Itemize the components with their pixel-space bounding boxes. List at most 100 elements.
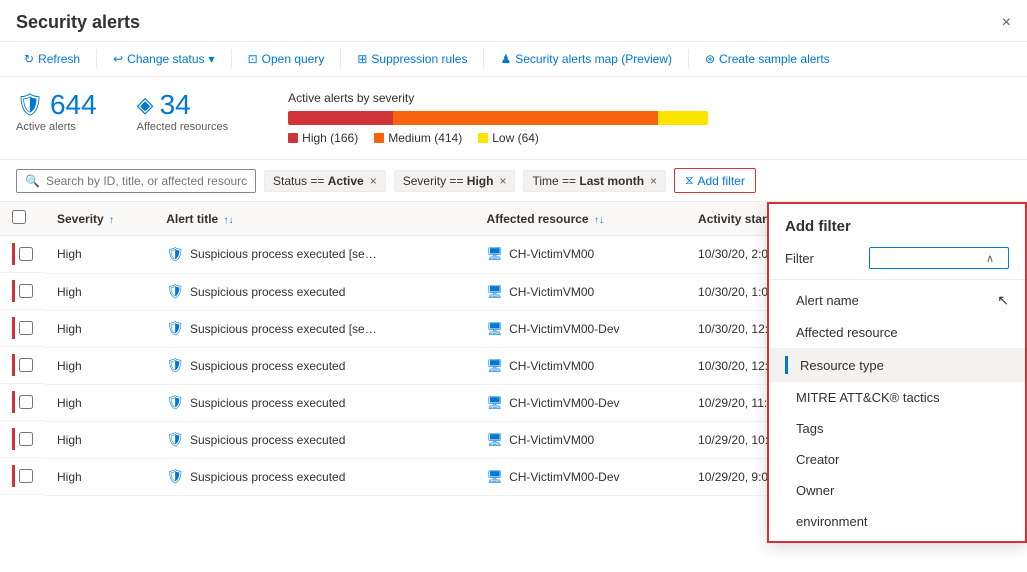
affected-resource-header[interactable]: Affected resource ↑↓	[475, 202, 687, 236]
low-legend-label: Low (64)	[492, 131, 539, 145]
filter-input-box[interactable]: ∧	[869, 247, 1009, 269]
active-alerts-count: 644	[50, 91, 97, 119]
time-filter-tag: Time == Last month ×	[523, 170, 666, 192]
refresh-icon: ↻	[24, 52, 34, 66]
dropdown-item-label: Resource type	[800, 358, 884, 373]
add-filter-button[interactable]: ⧖ Add filter	[674, 168, 756, 193]
stats-bar: 🛡 644 Active alerts ◈ 34 Affected resour…	[0, 77, 1027, 160]
alert-text: Suspicious process executed	[190, 470, 345, 484]
change-status-button[interactable]: ↩ Change status ▾	[105, 48, 222, 70]
resource-name: CH-VictimVM00-Dev	[509, 396, 619, 410]
alert-text: Suspicious process executed	[190, 433, 345, 447]
row-checkbox[interactable]	[19, 395, 33, 409]
query-icon: ⊡	[248, 52, 258, 66]
resource-cell: 🖥 CH-VictimVM00-Dev	[475, 384, 687, 421]
resource-icon: 🖥	[487, 321, 504, 337]
severity-cell: High	[45, 236, 154, 274]
severity-cell: High	[45, 273, 154, 310]
suppression-icon: ⊞	[357, 52, 367, 66]
alert-title-header[interactable]: Alert title ↑↓	[154, 202, 474, 236]
alert-icon: 🛡	[166, 431, 184, 448]
active-alerts-stat: 🛡 644 Active alerts	[16, 91, 97, 133]
change-status-icon: ↩	[113, 52, 123, 66]
alert-text: Suspicious process executed	[190, 396, 345, 410]
dropdown-item-resource-type[interactable]: Resource type	[769, 348, 1025, 382]
map-icon: ♟	[500, 52, 511, 66]
resource-icon: 🖥	[487, 469, 504, 485]
add-filter-label: Add filter	[698, 174, 745, 188]
close-button[interactable]: ×	[1002, 14, 1011, 32]
content-area: Severity ↑ Alert title ↑↓ Affected resou…	[0, 202, 1027, 564]
dropdown-item-tags[interactable]: Tags	[769, 413, 1025, 444]
dropdown-item-alert-name[interactable]: Alert name↖	[769, 284, 1025, 317]
medium-legend-dot	[374, 133, 384, 143]
dropdown-item-environment[interactable]: environment	[769, 506, 1025, 537]
time-filter-remove[interactable]: ×	[650, 174, 657, 188]
row-checkbox-cell	[0, 421, 45, 458]
row-checkbox[interactable]	[19, 321, 33, 335]
sample-icon: ⊛	[705, 52, 715, 66]
row-checkbox-cell	[0, 310, 45, 347]
row-checkbox[interactable]	[19, 247, 33, 261]
search-box[interactable]: 🔍	[16, 169, 256, 193]
resource-icon: 🖥	[487, 284, 504, 300]
dropdown-item-affected-resource[interactable]: Affected resource	[769, 317, 1025, 348]
security-alerts-map-button[interactable]: ♟ Security alerts map (Preview)	[492, 48, 679, 70]
row-checkbox-cell	[0, 273, 45, 310]
suppression-rules-button[interactable]: ⊞ Suppression rules	[349, 48, 475, 70]
severity-filter-remove[interactable]: ×	[499, 174, 506, 188]
status-filter-tag: Status == Active ×	[264, 170, 386, 192]
resource-cell: 🖥 CH-VictimVM00	[475, 236, 687, 274]
title-bar: Security alerts ×	[0, 0, 1027, 42]
alert-text: Suspicious process executed	[190, 285, 345, 299]
dropdown-filter-row: Filter ∧	[769, 239, 1025, 280]
severity-row-indicator	[12, 317, 15, 339]
severity-filter-label: Severity == High	[403, 174, 494, 188]
dropdown-title: Add filter	[769, 204, 1025, 239]
filter-select-input[interactable]	[876, 251, 986, 265]
alert-text: Suspicious process executed [seen ...	[190, 247, 380, 261]
alert-icon: 🛡	[166, 468, 184, 485]
alert-icon: 🛡	[166, 357, 184, 374]
resource-name: CH-VictimVM00	[509, 433, 594, 447]
alert-text: Suspicious process executed [seen ...	[190, 322, 380, 336]
severity-cell: High	[45, 384, 154, 421]
filter-bar: 🔍 Status == Active × Severity == High × …	[0, 160, 1027, 202]
row-checkbox[interactable]	[19, 284, 33, 298]
row-checkbox[interactable]	[19, 469, 33, 483]
resource-cell: 🖥 CH-VictimVM00	[475, 347, 687, 384]
affected-resources-count: 34	[160, 91, 191, 119]
row-checkbox[interactable]	[19, 358, 33, 372]
resource-name: CH-VictimVM00	[509, 359, 594, 373]
severity-header[interactable]: Severity ↑	[45, 202, 154, 236]
resource-icon: 🖥	[487, 358, 504, 374]
severity-row-indicator	[12, 465, 15, 487]
dropdown-item-mitre-tactics[interactable]: MITRE ATT&CK® tactics	[769, 382, 1025, 413]
search-input[interactable]	[46, 174, 247, 188]
severity-sort-icon: ↑	[109, 215, 114, 226]
dropdown-item-creator[interactable]: Creator	[769, 444, 1025, 475]
row-checkbox-cell	[0, 458, 45, 495]
select-all-checkbox[interactable]	[12, 210, 26, 224]
dropdown-item-label: environment	[785, 514, 868, 529]
alert-title-cell: 🛡 Suspicious process executed	[154, 421, 474, 458]
high-bar	[288, 111, 393, 125]
refresh-button[interactable]: ↻ Refresh	[16, 48, 88, 70]
dropdown-item-label: Tags	[785, 421, 823, 436]
resource-icon: 🖥	[487, 432, 504, 448]
chart-title: Active alerts by severity	[288, 91, 1011, 105]
open-query-button[interactable]: ⊡ Open query	[240, 48, 333, 70]
high-legend-dot	[288, 133, 298, 143]
active-indicator	[785, 356, 788, 374]
row-checkbox[interactable]	[19, 432, 33, 446]
separator-3	[340, 49, 341, 69]
create-sample-button[interactable]: ⊛ Create sample alerts	[697, 48, 838, 70]
alert-title-cell: 🛡 Suspicious process executed	[154, 384, 474, 421]
shield-icon: 🛡	[16, 92, 44, 118]
dropdown-item-owner[interactable]: Owner	[769, 475, 1025, 506]
status-filter-remove[interactable]: ×	[370, 174, 377, 188]
severity-chart: Active alerts by severity High (166) Med…	[288, 91, 1011, 145]
chevron-up-icon: ∧	[986, 252, 994, 265]
alert-title-cell: 🛡 Suspicious process executed [seen ...	[154, 236, 474, 274]
cube-icon: ◈	[137, 92, 154, 118]
